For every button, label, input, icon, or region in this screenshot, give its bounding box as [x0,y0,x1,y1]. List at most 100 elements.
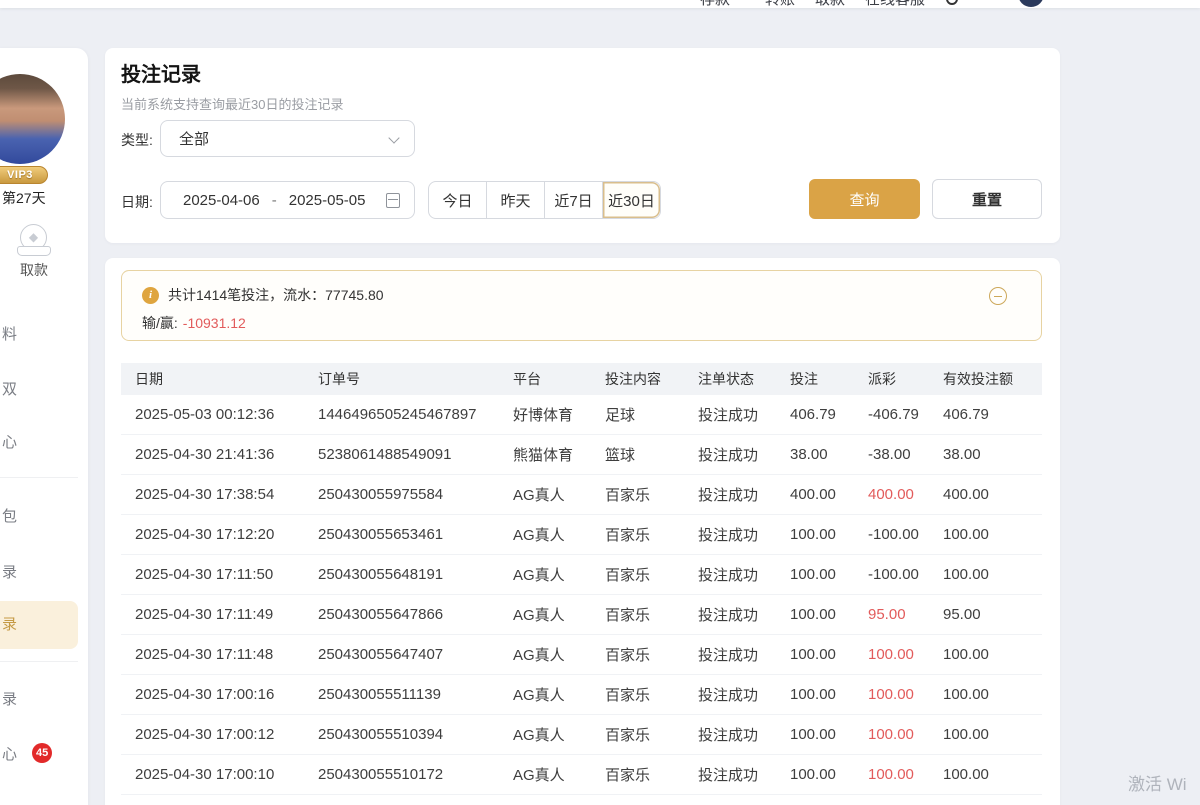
cell-status: 投注成功 [698,444,790,465]
winloss-label: 输/赢: [142,315,178,331]
query-button[interactable]: 查询 [809,179,920,219]
quick-date-group: 今日昨天近7日近30日 [428,181,661,219]
cell-platform: AG真人 [513,724,605,745]
top-nav-item[interactable]: 取款 [815,0,845,8]
type-select-value: 全部 [179,128,209,149]
top-nav-item[interactable]: 存款 [700,0,730,8]
info-icon: i [142,287,159,304]
cell-valid: 100.00 [943,726,1042,743]
sidebar-item[interactable]: 包 [2,507,17,527]
cell-payout: 400.00 [868,486,943,503]
cell-payout: -100.00 [868,526,943,543]
table-header-cell: 投注内容 [605,369,698,389]
cell-status: 投注成功 [698,524,790,545]
cell-bet: 100.00 [790,526,868,543]
cell-valid: 38.00 [943,446,1042,463]
sidebar-item[interactable]: 录 [2,563,17,583]
summary-panel: i 共计1414笔投注，流水：77745.80 输/赢:-10931.12 [121,270,1042,341]
type-select[interactable]: 全部 [160,120,415,157]
cell-valid: 406.79 [943,406,1042,423]
table-row: 2025-04-30 17:12:20250430055653461AG真人百家… [121,515,1042,555]
page-subtitle: 当前系统支持查询最近30日的投注记录 [121,94,343,113]
collapse-icon[interactable] [989,287,1007,305]
vip-badge: VIP3 [0,166,48,184]
top-nav-item[interactable]: 转账 [765,0,795,8]
cell-date: 2025-04-30 17:11:49 [135,606,318,623]
notification-badge: 45 [32,743,52,763]
sidebar-item[interactable]: 料 [2,325,17,345]
sidebar-item[interactable]: 录 [2,690,17,710]
withdraw-label[interactable]: 取款 [12,260,56,280]
cell-payout: 100.00 [868,766,943,783]
table-header-cell: 派彩 [868,369,943,389]
date-end-value: 2025-05-05 [289,192,366,209]
sidebar-item[interactable]: 双 [2,380,17,400]
cell-content: 百家乐 [605,724,698,745]
cell-status: 投注成功 [698,484,790,505]
quick-date-button[interactable]: 今日 [429,182,487,218]
vip-day-text: 第27天 [2,188,46,208]
cell-bet: 400.00 [790,486,868,503]
table-row: 2025-04-30 17:11:50250430055648191AG真人百家… [121,555,1042,595]
reset-button[interactable]: 重置 [932,179,1042,219]
cell-platform: AG真人 [513,644,605,665]
cell-order: 250430055647407 [318,646,513,663]
cell-platform: AG真人 [513,524,605,545]
cell-date: 2025-04-30 21:41:36 [135,446,318,463]
cell-platform: AG真人 [513,564,605,585]
cell-content: 百家乐 [605,684,698,705]
cell-bet: 100.00 [790,766,868,783]
cell-date: 2025-04-30 17:00:12 [135,726,318,743]
table-row: 2025-04-30 17:00:10250430055510172AG真人百家… [121,755,1042,795]
results-card: i 共计1414笔投注，流水：77745.80 输/赢:-10931.12 日期… [105,258,1060,805]
cell-date: 2025-05-03 00:12:36 [135,406,318,423]
cell-content: 篮球 [605,444,698,465]
sidebar-item[interactable]: 心45 [2,745,17,765]
cell-bet: 406.79 [790,406,868,423]
cell-content: 百家乐 [605,564,698,585]
cell-order: 5238061488549091 [318,446,513,463]
top-nav-item[interactable]: 在线客服 [865,0,925,8]
cell-content: 百家乐 [605,524,698,545]
chevron-down-icon [388,132,399,143]
cell-valid: 100.00 [943,686,1042,703]
cell-platform: AG真人 [513,484,605,505]
withdraw-icon[interactable]: ◆ [17,224,51,256]
summary-line2: 输/赢:-10931.12 [142,313,246,333]
cell-date: 2025-04-30 17:00:10 [135,766,318,783]
table-row: 2025-05-03 00:12:361446496505245467897好博… [121,395,1042,435]
cell-valid: 95.00 [943,606,1042,623]
quick-date-button[interactable]: 昨天 [487,182,545,218]
user-avatar[interactable] [0,74,65,164]
sidebar: VIP3 第27天 ◆ 取款 料双心包录录录心45 [0,48,88,805]
sidebar-item-label: 录 [2,615,17,635]
cell-order: 250430055510394 [318,726,513,743]
cell-status: 投注成功 [698,764,790,785]
sidebar-item[interactable]: 心 [2,433,17,453]
search-icon[interactable] [946,0,958,5]
cell-payout: -100.00 [868,566,943,583]
table-header-cell: 注单状态 [698,369,790,389]
quick-date-button[interactable]: 近30日 [603,182,660,218]
tray-icon [17,246,51,256]
cell-platform: AG真人 [513,764,605,785]
table-header-cell: 日期 [135,369,318,389]
cell-date: 2025-04-30 17:11:50 [135,566,318,583]
cell-order: 250430055647866 [318,606,513,623]
table-row: 2025-04-30 17:00:12250430055510394AG真人百家… [121,715,1042,755]
table-row: 2025-04-30 17:00:16250430055511139AG真人百家… [121,675,1042,715]
table-header: 日期订单号平台投注内容注单状态投注派彩有效投注额 [121,363,1042,395]
table-row: 2025-04-30 17:11:48250430055647407AG真人百家… [121,635,1042,675]
date-start-value: 2025-04-06 [183,192,260,209]
sidebar-item-active[interactable]: 录 [0,601,78,649]
cell-valid: 100.00 [943,646,1042,663]
cell-content: 百家乐 [605,484,698,505]
cell-bet: 100.00 [790,646,868,663]
cell-bet: 100.00 [790,726,868,743]
date-range-input[interactable]: 2025-04-06 - 2025-05-05 [160,181,415,219]
quick-date-button[interactable]: 近7日 [545,182,603,218]
cell-valid: 400.00 [943,486,1042,503]
topbar-avatar[interactable] [1018,0,1044,7]
cell-valid: 100.00 [943,526,1042,543]
sidebar-divider [0,661,78,662]
